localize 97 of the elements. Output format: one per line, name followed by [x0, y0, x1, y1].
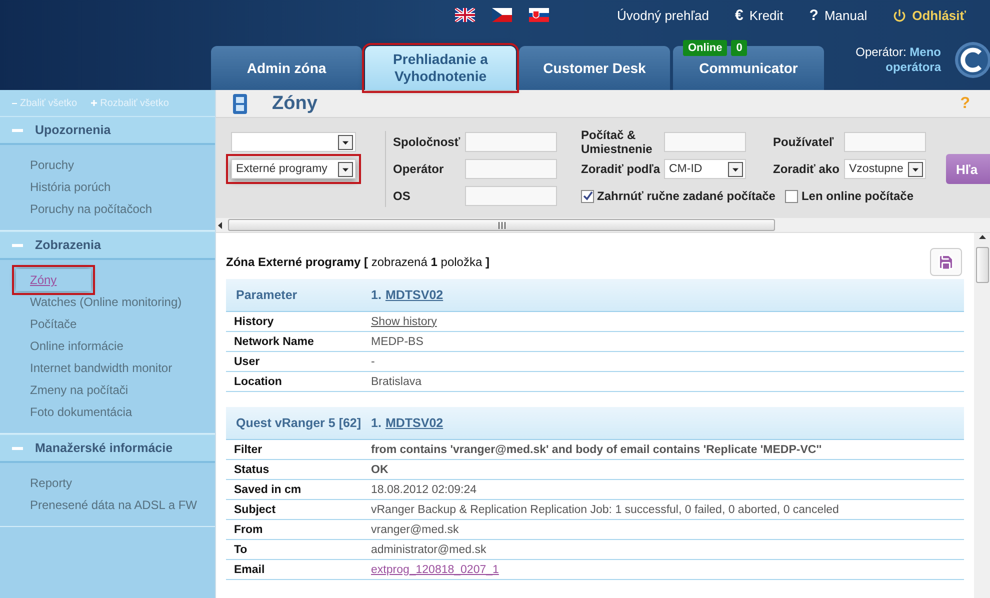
- header-link[interactable]: Odhlásiť: [893, 8, 966, 22]
- status-badge: 0: [731, 40, 748, 56]
- row-label: History: [234, 316, 275, 328]
- scroll-thumb[interactable]: [228, 219, 775, 231]
- row-label: Email: [234, 564, 266, 576]
- section-label: Quest vRanger 5 [62]: [236, 416, 362, 430]
- zone-select[interactable]: [231, 132, 356, 152]
- row-label: From: [234, 524, 264, 536]
- save-button[interactable]: [930, 248, 962, 276]
- row-label: To: [234, 544, 248, 556]
- cabinet-icon: [232, 92, 248, 114]
- sidebar-item[interactable]: Online informácie: [30, 335, 124, 357]
- row-label: Location: [234, 376, 283, 388]
- logo-icon: [954, 41, 990, 79]
- zone-heading: Zóna Externé programy [ zobrazená 1 položka ]: [226, 255, 490, 269]
- section-label: Parameter: [236, 288, 298, 302]
- row-label: Status: [234, 464, 270, 476]
- nav-tab[interactable]: Customer Desk: [519, 46, 670, 90]
- row-label: Saved in cm: [234, 484, 302, 496]
- sidebar-item[interactable]: Zmeny na počítači: [30, 379, 128, 401]
- checkbox-option[interactable]: Zahrnúť ručne zadané počítače: [581, 189, 776, 203]
- scroll-up-icon[interactable]: [978, 235, 986, 239]
- power-icon: [893, 8, 906, 22]
- link-icon: €: [734, 6, 744, 24]
- input-field[interactable]: [465, 186, 557, 206]
- row-label: Filter: [234, 444, 264, 456]
- scroll-thumb[interactable]: [976, 247, 988, 283]
- grip-icon: [498, 222, 506, 228]
- minus-icon: [12, 102, 17, 104]
- status-badge: Online: [683, 40, 728, 56]
- nav-tab[interactable]: Prehliadanie a Vyhodnotenie: [365, 46, 516, 90]
- checkbox[interactable]: [581, 190, 594, 202]
- horizontal-scrollbar[interactable]: [216, 218, 990, 233]
- row-label: User: [234, 356, 261, 368]
- field-label: Operátor: [393, 162, 445, 176]
- field-label: OS: [393, 189, 412, 203]
- row-value: Bratislava: [371, 376, 422, 388]
- sidebar-item[interactable]: Poruchy: [30, 154, 74, 176]
- row-value: administrator@med.sk: [371, 544, 486, 556]
- sidebar-item[interactable]: Internet bandwidth monitor: [30, 357, 172, 379]
- input-field[interactable]: [465, 159, 557, 179]
- floppy-icon: [937, 253, 955, 271]
- sort-select[interactable]: Vzostupne: [844, 159, 926, 179]
- input-field[interactable]: [465, 132, 557, 152]
- checkbox[interactable]: [785, 190, 798, 202]
- caret-icon: [338, 162, 353, 176]
- sidebar-item[interactable]: Watches (Online monitoring): [30, 291, 182, 313]
- sidebar-item[interactable]: Prenesené dáta na ADSL a FW: [30, 494, 197, 516]
- slovak-flag-icon[interactable]: [529, 8, 549, 22]
- scroll-left-icon[interactable]: [218, 222, 222, 228]
- item-number: 1.: [371, 288, 382, 302]
- value-link[interactable]: Show history: [371, 316, 437, 328]
- sidebar-item[interactable]: Počítače: [30, 313, 77, 335]
- row-label: Network Name: [234, 336, 315, 348]
- sidebar-item[interactable]: Poruchy na počítačoch: [30, 198, 152, 220]
- input-field[interactable]: [664, 132, 746, 152]
- field-label: Zoradiť ako: [773, 162, 840, 176]
- checkbox-option[interactable]: Len online počítače: [785, 189, 914, 203]
- computer-link[interactable]: MDTSV02: [385, 416, 444, 430]
- row-value: -: [371, 356, 375, 368]
- item-number: 1.: [371, 416, 382, 430]
- sidebar-section-header[interactable]: Manažerské informácie: [0, 434, 215, 463]
- union-jack-flag-icon[interactable]: [455, 8, 475, 22]
- sort-select[interactable]: CM-ID: [664, 159, 746, 179]
- value-link[interactable]: extprog_120818_0207_1: [371, 564, 499, 576]
- sidebar-section-header[interactable]: Zobrazenia: [0, 231, 215, 260]
- caret-icon: [908, 162, 923, 176]
- caret-icon: [338, 134, 353, 150]
- sidebar-item[interactable]: Foto dokumentácia: [30, 401, 132, 423]
- vertical-scrollbar[interactable]: [974, 233, 990, 598]
- caret-icon: [728, 162, 743, 176]
- sidebar-item[interactable]: Reporty: [30, 472, 72, 494]
- row-value: OK: [371, 464, 388, 476]
- field-label: Zoradiť podľa: [581, 162, 662, 176]
- sidebar-section-header[interactable]: Upozornenia: [0, 116, 215, 145]
- header-link[interactable]: Úvodný prehľad: [617, 8, 709, 22]
- field-label: Počítač & Umiestnenie: [581, 128, 654, 156]
- search-button[interactable]: Hľa: [946, 154, 990, 184]
- header-link[interactable]: € Kredit: [734, 6, 784, 24]
- row-value: from contains 'vranger@med.sk' and body of email contains 'Replicate 'MEDP-VC'': [371, 444, 822, 456]
- field-label: Používateľ: [773, 135, 835, 149]
- row-value: 18.08.2012 02:09:24: [371, 484, 477, 496]
- row-value: MEDP-BS: [371, 336, 424, 348]
- row-label: Subject: [234, 504, 277, 516]
- row-value: vranger@med.sk: [371, 524, 459, 536]
- input-field[interactable]: [844, 132, 926, 152]
- plus-icon: [91, 100, 98, 106]
- nav-tab[interactable]: Admin zóna: [211, 46, 362, 90]
- operator-label: Operátor: Meno operátora: [854, 45, 941, 75]
- czech-flag-icon[interactable]: [492, 8, 512, 22]
- computer-link[interactable]: MDTSV02: [385, 288, 444, 302]
- header-link[interactable]: ? Manual: [809, 6, 868, 24]
- field-label: Spoločnosť: [393, 135, 462, 149]
- link-icon: ?: [809, 6, 818, 24]
- page-title: Zóny: [272, 92, 318, 114]
- row-value: vRanger Backup & Replication Replication Job: 1 successful, 0 failed, 0 aborted, 0 canceled: [371, 504, 839, 516]
- sidebar-item[interactable]: História porúch: [30, 176, 111, 198]
